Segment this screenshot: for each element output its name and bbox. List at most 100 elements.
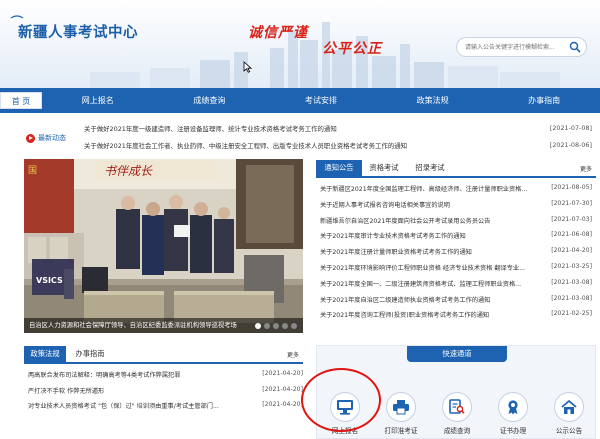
notice-title[interactable]: 新疆维吾尔自治区2021年度面向社会公开考试录用公务员公告 — [320, 216, 546, 225]
policy-date: [2021-04-20] — [262, 385, 303, 393]
svg-text:国: 国 — [28, 165, 37, 176]
slogan-fairness: 公平公正 — [322, 41, 382, 57]
quick-icon-circle — [442, 392, 472, 422]
quick-channel-title: 快速通道 — [407, 346, 507, 362]
quick-print-admission-ticket[interactable]: 打印准考证 — [374, 392, 428, 435]
notice-title[interactable]: 关于2021年度全国一、二级注册建筑师资格考试、监理工程师职业资格... — [320, 279, 546, 288]
quick-public-notice-label: 公示公告 — [555, 427, 583, 435]
notice-title[interactable]: 关于2021年度环境影响评价工程师职业资格 经济专业技术资格 翻译专业... — [320, 263, 546, 272]
document-search-icon — [449, 399, 465, 414]
nav-home-label: 首 页 — [0, 92, 42, 109]
list-item[interactable]: 关于2021年度环境影响评价工程师职业资格 经济专业技术资格 翻译专业... [2… — [320, 263, 596, 279]
search-box — [456, 37, 587, 57]
list-item[interactable]: 两高联合发布司法解释：明确高考等4类考试作弊属犯罪 [2021-04-20] — [28, 370, 303, 386]
quick-print-admission-ticket-label: 打印准考证 — [384, 427, 418, 435]
notice-title[interactable]: 关于2021年度审计专业技术资格考试考务工作的通知 — [320, 231, 546, 240]
quick-certificate-processing[interactable]: 证书办理 — [486, 392, 540, 435]
latest-play-icon — [26, 133, 35, 143]
svg-text:VSICS: VSICS — [36, 276, 63, 285]
nav-online-registration[interactable]: 网上报名 — [42, 88, 154, 113]
list-item[interactable]: 关于2021年度注册计量师职业资格考试考务工作的通知 [2021-04-20] — [320, 247, 596, 263]
list-item[interactable]: 严打决不手软 作弊无所遁形 [2021-04-20] — [28, 386, 303, 402]
policy-title[interactable]: 严打决不手软 作弊无所遁形 — [28, 386, 264, 395]
list-item[interactable]: 关于2021年度全国一、二级注册建筑师资格考试、监理工程师职业资格... [202… — [320, 279, 596, 295]
tab-service-guide[interactable]: 办事指南 — [68, 346, 112, 362]
carousel-dots — [255, 323, 297, 329]
main-nav: 首 页 网上报名 成绩查询 考试安排 政策法规 办事指南 — [0, 88, 600, 113]
policy-panel: 政策法规 办事指南 更多 两高联合发布司法解释：明确高考等4类考试作弊属犯罪 [2… — [24, 346, 303, 439]
latest-news-title[interactable]: 关于做好2021年度社会工作者、执业药师、中级注册安全工程师、出版专业技术人员职… — [84, 142, 407, 150]
printer-icon — [393, 400, 409, 415]
tab-policies[interactable]: 政策法规 — [24, 346, 66, 362]
list-item[interactable]: 关于2021年度咨询工程师(投资)职业资格考试考务工作的通知 [2021-02-2… — [320, 310, 596, 326]
home-notice-icon — [561, 400, 577, 414]
notice-date: [2021-08-05] — [551, 184, 592, 191]
quick-icon-circle — [386, 392, 416, 422]
list-item[interactable]: 新疆维吾尔自治区2021年度面向社会公开考试录用公务员公告 [2021-07-03… — [320, 216, 596, 232]
tab-qualification-exams[interactable]: 资格考试 — [363, 160, 405, 176]
nav-exam-schedule[interactable]: 考试安排 — [265, 88, 377, 113]
notice-tabs: 通知公告 资格考试 招录考试 更多 — [316, 160, 596, 178]
latest-news-date: [2021-08-06] — [549, 141, 592, 149]
notice-title[interactable]: 关于近期人事考试报名咨询电话相关事宜的说明 — [320, 200, 546, 209]
mouse-cursor-icon — [243, 61, 252, 73]
notice-title[interactable]: 关于2021年度自治区二级建造师执业资格考试考务工作的通知 — [320, 295, 546, 304]
notice-date: [2021-03-25] — [551, 262, 592, 270]
list-item[interactable]: 关于2021年度自治区二级建造师执业资格考试考务工作的通知 [2021-03-08… — [320, 295, 596, 311]
policy-tabs: 政策法规 办事指南 更多 — [24, 346, 303, 364]
latest-news-label: 最新动态 — [26, 133, 66, 143]
tab-recruitment-exams[interactable]: 招录考试 — [407, 160, 453, 176]
quick-certificate-processing-label: 证书办理 — [499, 427, 527, 435]
latest-news-title[interactable]: 关于做好2021年度一级建造师、注册设备监理师、统计专业技术资格考试考务工作的通… — [84, 125, 337, 133]
list-item[interactable]: 关于2021年度审计专业技术资格考试考务工作的通知 [2021-06-08] — [320, 231, 596, 247]
carousel-dot[interactable] — [282, 323, 288, 329]
list-item[interactable]: 关于近期人事考试报名咨询电话相关事宜的说明 [2021-07-30] — [320, 200, 596, 216]
notice-date: [2021-03-08] — [551, 278, 592, 286]
notice-date: [2021-06-08] — [551, 231, 592, 239]
policy-more-link[interactable]: 更多 — [287, 350, 299, 359]
exam-room-photo: 国 书伴成长 VSICS — [24, 159, 303, 333]
carousel-dot[interactable] — [273, 323, 279, 329]
notice-more-link[interactable]: 更多 — [580, 164, 592, 173]
notice-title[interactable]: 关于2021年度注册计量师职业资格考试考务工作的通知 — [320, 247, 546, 256]
search-input[interactable] — [465, 41, 569, 54]
policy-list: 两高联合发布司法解释：明确高考等4类考试作弊属犯罪 [2021-04-20] 严打… — [28, 370, 303, 417]
notice-date: [2021-04-20] — [551, 247, 592, 255]
notice-title[interactable]: 关于2021年度咨询工程师(投资)职业资格考试考务工作的通知 — [320, 310, 546, 319]
latest-news-item[interactable]: 关于做好2021年度一级建造师、注册设备监理师、统计专业技术资格考试考务工作的通… — [84, 124, 592, 133]
nav-score-query[interactable]: 成绩查询 — [154, 88, 266, 113]
nav-service-guide[interactable]: 办事指南 — [488, 88, 600, 113]
notice-date: [2021-07-30] — [551, 199, 592, 207]
notice-panel: 通知公告 资格考试 招录考试 更多 关于新疆区2021年度全国监理工程师、高级经… — [316, 160, 596, 332]
latest-news-item[interactable]: 关于做好2021年度社会工作者、执业药师、中级注册安全工程师、出版专业技术人员职… — [84, 141, 592, 150]
latest-news: 最新动态 关于做好2021年度一级建造师、注册设备监理师、统计专业技术资格考试考… — [26, 120, 592, 156]
quick-icon-circle — [498, 392, 528, 422]
policy-title[interactable]: 对专业技术人员资格考试 "包（保）过" 培训须由重事/考试主管部门... — [28, 401, 264, 410]
policy-title[interactable]: 两高联合发布司法解释：明确高考等4类考试作弊属犯罪 — [28, 370, 264, 379]
site-header: 新疆人事考试中心 诚信严谨 公平公正 — [0, 0, 600, 88]
latest-news-label-text: 最新动态 — [38, 134, 66, 142]
latest-news-date: [2021-07-08] — [549, 124, 592, 132]
tab-notices[interactable]: 通知公告 — [316, 160, 362, 176]
policy-date: [2021-04-20] — [262, 401, 303, 408]
notice-title[interactable]: 关于新疆区2021年度全国监理工程师、高级经济师、注册计量师职业资格... — [320, 184, 546, 193]
list-item[interactable]: 关于新疆区2021年度全国监理工程师、高级经济师、注册计量师职业资格... [20… — [320, 184, 596, 200]
news-photo-carousel[interactable]: 国 书伴成长 VSICS 自治区人力资源和社会保障厅领导、自治区纪委监委派驻机构… — [24, 159, 303, 333]
quick-score-query[interactable]: 成绩查询 — [430, 392, 484, 435]
carousel-dot[interactable] — [291, 323, 297, 329]
search-icon[interactable] — [569, 41, 581, 53]
notice-list: 关于新疆区2021年度全国监理工程师、高级经济师、注册计量师职业资格... [20… — [320, 184, 596, 326]
list-item[interactable]: 对专业技术人员资格考试 "包（保）过" 培训须由重事/考试主管部门... [202… — [28, 401, 303, 417]
site-title[interactable]: 新疆人事考试中心 — [18, 21, 138, 42]
highlight-annotation-ring — [301, 368, 381, 432]
svg-text:书伴成长: 书伴成长 — [104, 164, 153, 178]
quick-public-notice[interactable]: 公示公告 — [542, 392, 596, 435]
slogan-integrity: 诚信严谨 — [248, 25, 308, 41]
nav-policies[interactable]: 政策法规 — [377, 88, 489, 113]
certificate-icon — [508, 400, 518, 415]
carousel-dot[interactable] — [255, 323, 261, 329]
notice-date: [2021-07-03] — [551, 215, 592, 223]
nav-home[interactable]: 首 页 — [0, 88, 42, 113]
notice-date: [2021-02-25] — [551, 310, 592, 318]
carousel-dot[interactable] — [264, 323, 270, 329]
